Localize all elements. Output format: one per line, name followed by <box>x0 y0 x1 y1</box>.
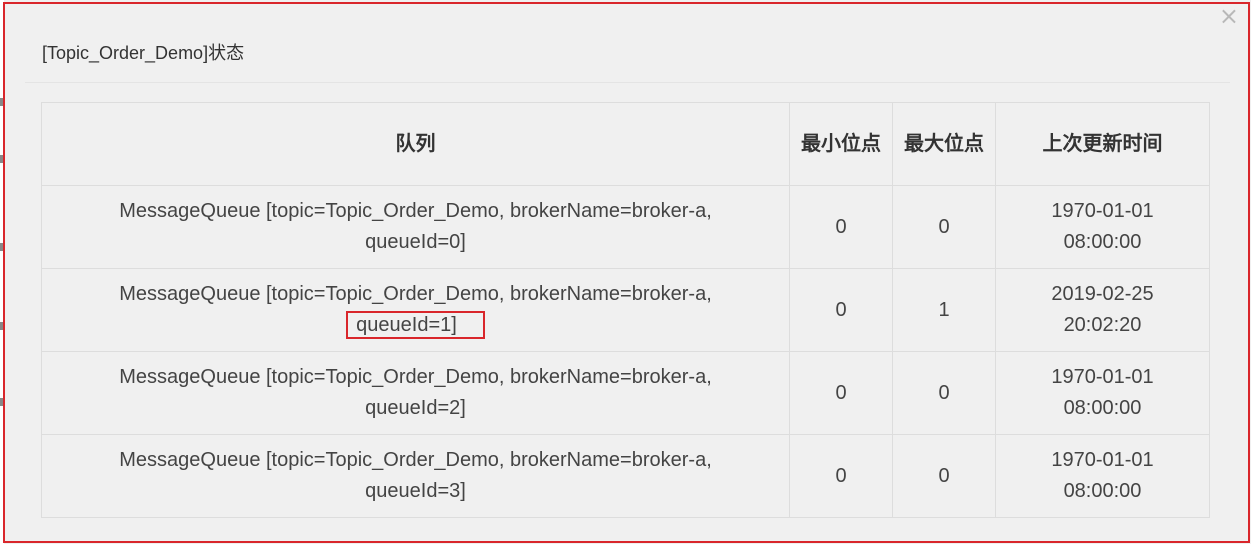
table-row: MessageQueue [topic=Topic_Order_Demo, br… <box>41 351 1210 435</box>
queue-text: MessageQueue [topic=Topic_Order_Demo, br… <box>119 366 712 388</box>
table-row: MessageQueue [topic=Topic_Order_Demo, br… <box>41 268 1210 352</box>
update-date: 2019-02-25 <box>1051 283 1154 305</box>
column-header-max-offset[interactable]: 最大位点 <box>892 102 996 186</box>
min-offset-cell: 0 <box>789 351 893 435</box>
queue-cell: MessageQueue [topic=Topic_Order_Demo, br… <box>41 351 790 435</box>
last-update-cell: 1970-01-01 08:00:00 <box>995 185 1210 269</box>
update-time: 08:00:00 <box>1063 480 1142 502</box>
min-offset-cell: 0 <box>789 185 893 269</box>
queue-cell: MessageQueue [topic=Topic_Order_Demo, br… <box>41 268 790 352</box>
last-update-cell: 1970-01-01 08:00:00 <box>995 434 1210 518</box>
close-icon[interactable]: × <box>1219 4 1239 28</box>
queue-text: MessageQueue [topic=Topic_Order_Demo, br… <box>119 449 712 471</box>
queue-text: MessageQueue [topic=Topic_Order_Demo, br… <box>119 283 712 305</box>
update-date: 1970-01-01 <box>1051 366 1154 388</box>
min-offset-cell: 0 <box>789 268 893 352</box>
table-header-row: 队列 最小位点 最大位点 上次更新时间 <box>41 102 1210 186</box>
queue-cell: MessageQueue [topic=Topic_Order_Demo, br… <box>41 434 790 518</box>
update-time: 08:00:00 <box>1063 397 1142 419</box>
queue-id-text: queueId=2] <box>365 397 466 419</box>
queue-cell: MessageQueue [topic=Topic_Order_Demo, br… <box>41 185 790 269</box>
min-offset-cell: 0 <box>789 434 893 518</box>
update-time: 20:02:20 <box>1063 314 1142 336</box>
max-offset-cell: 0 <box>892 351 996 435</box>
topic-status-dialog: × [Topic_Order_Demo]状态 队列 最小位点 最大位点 上次更新… <box>3 2 1250 543</box>
last-update-cell: 2019-02-25 20:02:20 <box>995 268 1210 352</box>
last-update-cell: 1970-01-01 08:00:00 <box>995 351 1210 435</box>
column-header-min-offset[interactable]: 最小位点 <box>789 102 893 186</box>
table-row: MessageQueue [topic=Topic_Order_Demo, br… <box>41 185 1210 269</box>
update-time: 08:00:00 <box>1063 231 1142 253</box>
max-offset-cell: 1 <box>892 268 996 352</box>
highlighted-queue-id-text: queueId=1] <box>346 311 485 339</box>
queue-id-text: queueId=3] <box>365 480 466 502</box>
max-offset-cell: 0 <box>892 185 996 269</box>
table-row: MessageQueue [topic=Topic_Order_Demo, br… <box>41 434 1210 518</box>
dialog-title: [Topic_Order_Demo]状态 <box>42 43 245 63</box>
column-header-last-update[interactable]: 上次更新时间 <box>995 102 1210 186</box>
queue-id-text: queueId=0] <box>365 231 466 253</box>
update-date: 1970-01-01 <box>1051 449 1154 471</box>
queue-status-table: 队列 最小位点 最大位点 上次更新时间 MessageQueue [topic=… <box>41 102 1210 518</box>
max-offset-cell: 0 <box>892 434 996 518</box>
update-date: 1970-01-01 <box>1051 200 1154 222</box>
header-divider <box>25 82 1230 83</box>
column-header-queue[interactable]: 队列 <box>41 102 790 186</box>
queue-text: MessageQueue [topic=Topic_Order_Demo, br… <box>119 200 712 222</box>
